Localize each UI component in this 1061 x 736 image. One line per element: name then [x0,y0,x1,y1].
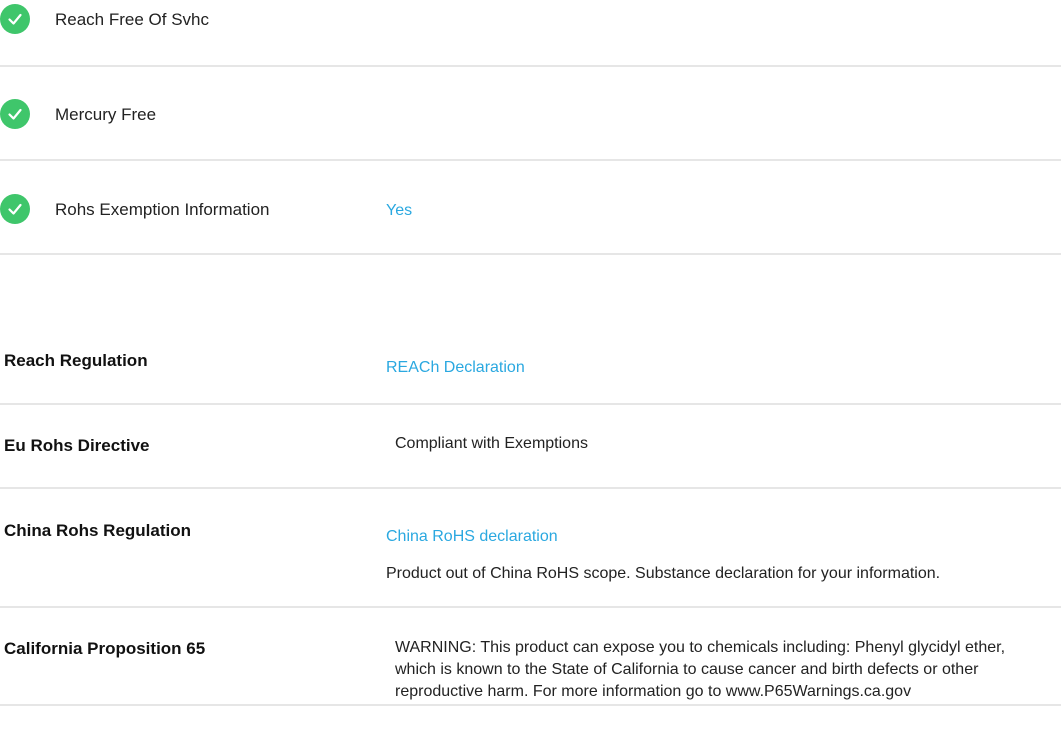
feature-label-mercury-free: Mercury Free [55,105,157,124]
reach-declaration-link[interactable]: REACh Declaration [386,359,525,377]
divider [0,65,1061,67]
divider [0,159,1061,161]
divider [0,487,1061,489]
california-prop65-label: California Proposition 65 [4,639,206,658]
reach-regulation-label: Reach Regulation [4,351,148,370]
prop65-warning-text: WARNING: This product can expose you to … [395,639,1006,700]
check-circle-icon [0,99,30,129]
divider [0,704,1061,706]
eu-rohs-directive-label: Eu Rohs Directive [4,436,150,455]
environmental-compliance-panel: Reach Free Of Svhc Mercury Free Rohs Exe… [0,0,1061,736]
divider [0,253,1061,255]
check-circle-icon [0,194,30,224]
china-rohs-scope-text: Product out of China RoHS scope. Substan… [386,565,941,582]
feature-label-reach-free: Reach Free Of Svhc [55,10,210,29]
check-circle-icon [0,4,30,34]
rohs-exemption-value-link[interactable]: Yes [386,202,412,220]
china-rohs-declaration-link[interactable]: China RoHS declaration [386,528,558,546]
eu-rohs-status-text: Compliant with Exemptions [395,435,588,452]
divider [0,606,1061,608]
feature-label-rohs-exemption: Rohs Exemption Information [55,200,270,219]
china-rohs-regulation-label: China Rohs Regulation [4,521,191,540]
divider [0,403,1061,405]
